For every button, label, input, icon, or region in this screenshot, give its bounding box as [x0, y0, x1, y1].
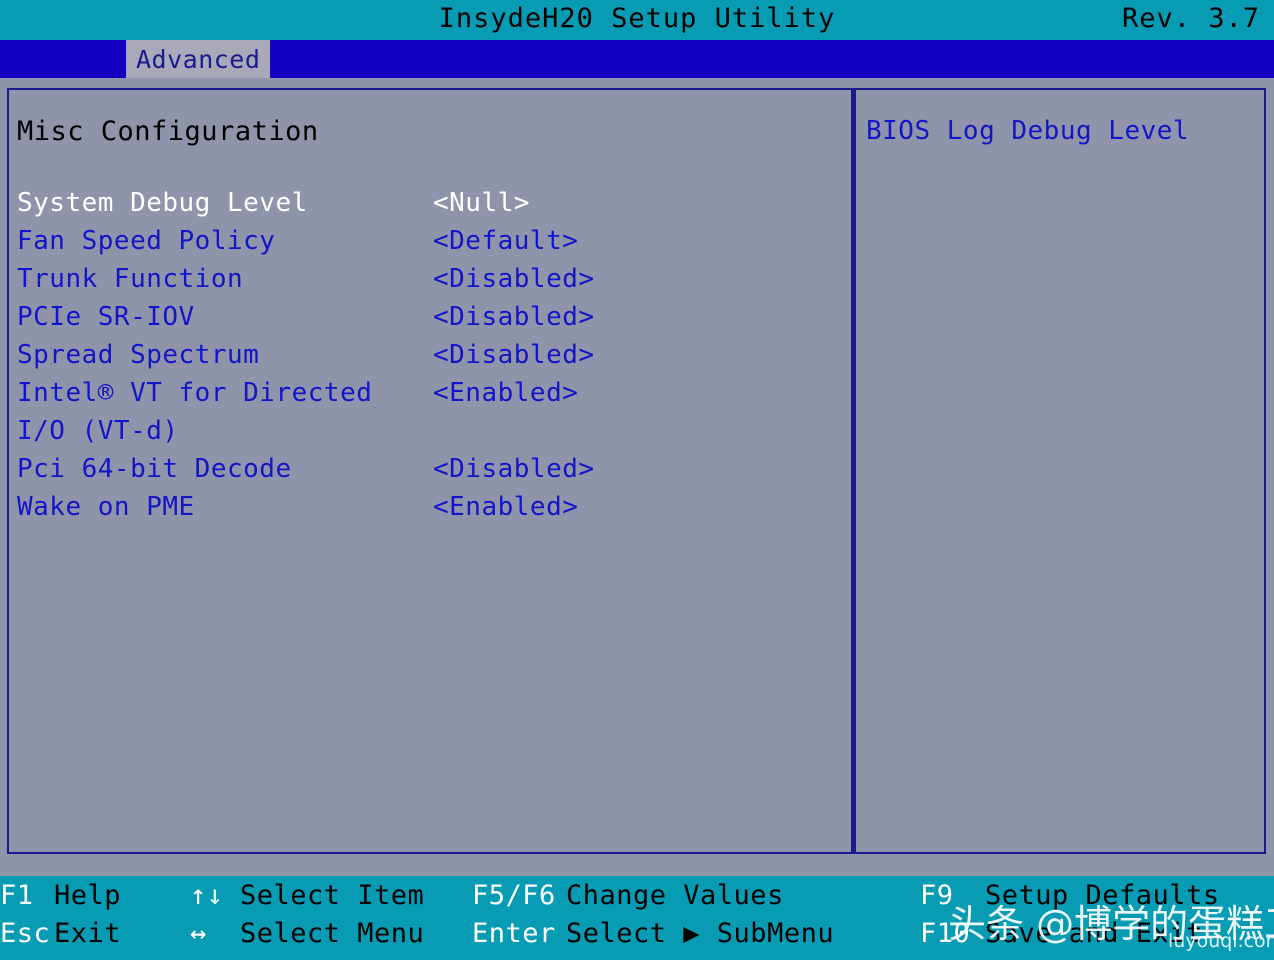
title-bar: InsydeH20 Setup Utility Rev. 3.7 [0, 0, 1274, 40]
setting-row[interactable]: System Debug Level <Null> [9, 188, 851, 226]
key-updown-arrow-icon[interactable]: ↑↓ [190, 880, 224, 911]
content-area: Misc Configuration System Debug Level <Nu… [7, 88, 1266, 856]
key-esc-desc: Exit [54, 918, 121, 949]
setting-label: System Debug Level [17, 188, 308, 218]
setting-row[interactable]: Fan Speed Policy <Default> [9, 226, 851, 264]
setting-value[interactable]: <Disabled> [433, 454, 595, 484]
key-f5f6-desc: Change Values [566, 880, 784, 911]
setting-value[interactable]: <Null> [433, 188, 530, 218]
setting-value[interactable]: <Enabled> [433, 378, 578, 408]
setting-label: Wake on PME [17, 492, 195, 522]
help-description: BIOS Log Debug Level [866, 116, 1189, 146]
revision-label: Rev. 3.7 [1122, 3, 1260, 34]
setting-row[interactable]: Pci 64-bit Decode <Disabled> [9, 454, 851, 492]
help-panel: BIOS Log Debug Level [853, 88, 1266, 854]
key-f9-desc: Setup Defaults [985, 880, 1220, 911]
app-title: InsydeH20 Setup Utility [0, 3, 1274, 34]
setting-row[interactable]: PCIe SR-IOV <Disabled> [9, 302, 851, 340]
tab-advanced-label: Advanced [136, 45, 260, 74]
page-title: Misc Configuration [17, 116, 319, 147]
settings-list: System Debug Level <Null> Fan Speed Policy… [9, 188, 851, 530]
key-leftright-arrow-icon[interactable]: ↔ [190, 918, 207, 949]
tab-advanced[interactable]: Advanced [126, 40, 270, 78]
setting-label: Trunk Function [17, 264, 243, 294]
key-f10-desc: Save and Exit [985, 918, 1203, 949]
setting-label: Fan Speed Policy [17, 226, 275, 256]
key-enter[interactable]: Enter [472, 918, 556, 949]
setting-value[interactable]: <Disabled> [433, 264, 595, 294]
key-updown-desc: Select Item [240, 880, 424, 911]
setting-label: Spread Spectrum [17, 340, 259, 370]
setting-label: Pci 64-bit Decode [17, 454, 292, 484]
key-f5f6[interactable]: F5/F6 [472, 880, 556, 911]
setting-row[interactable]: I/O (VT-d) [9, 416, 851, 454]
setting-label: Intel® VT for Directed [17, 378, 372, 408]
setting-row[interactable]: Trunk Function <Disabled> [9, 264, 851, 302]
key-f9[interactable]: F9 [920, 880, 954, 911]
settings-panel: Misc Configuration System Debug Level <Nu… [7, 88, 853, 854]
setting-label: I/O (VT-d) [17, 416, 179, 446]
setting-value[interactable]: <Disabled> [433, 302, 595, 332]
key-f10[interactable]: F10 [920, 918, 970, 949]
setting-value[interactable]: <Disabled> [433, 340, 595, 370]
key-esc[interactable]: Esc [0, 918, 50, 949]
footer-bar: F1 Help Esc Exit ↑↓ Select Item ↔ Select… [0, 876, 1274, 960]
setting-value[interactable]: <Enabled> [433, 492, 578, 522]
setting-value[interactable]: <Default> [433, 226, 578, 256]
setting-label: PCIe SR-IOV [17, 302, 195, 332]
menu-bar: Advanced [0, 40, 1274, 78]
key-leftright-desc: Select Menu [240, 918, 424, 949]
setting-row[interactable]: Wake on PME <Enabled> [9, 492, 851, 530]
key-enter-desc: Select ▶ SubMenu [566, 918, 834, 949]
setting-row[interactable]: Intel® VT for Directed <Enabled> [9, 378, 851, 416]
key-f1[interactable]: F1 [0, 880, 34, 911]
key-f1-desc: Help [54, 880, 121, 911]
setting-row[interactable]: Spread Spectrum <Disabled> [9, 340, 851, 378]
